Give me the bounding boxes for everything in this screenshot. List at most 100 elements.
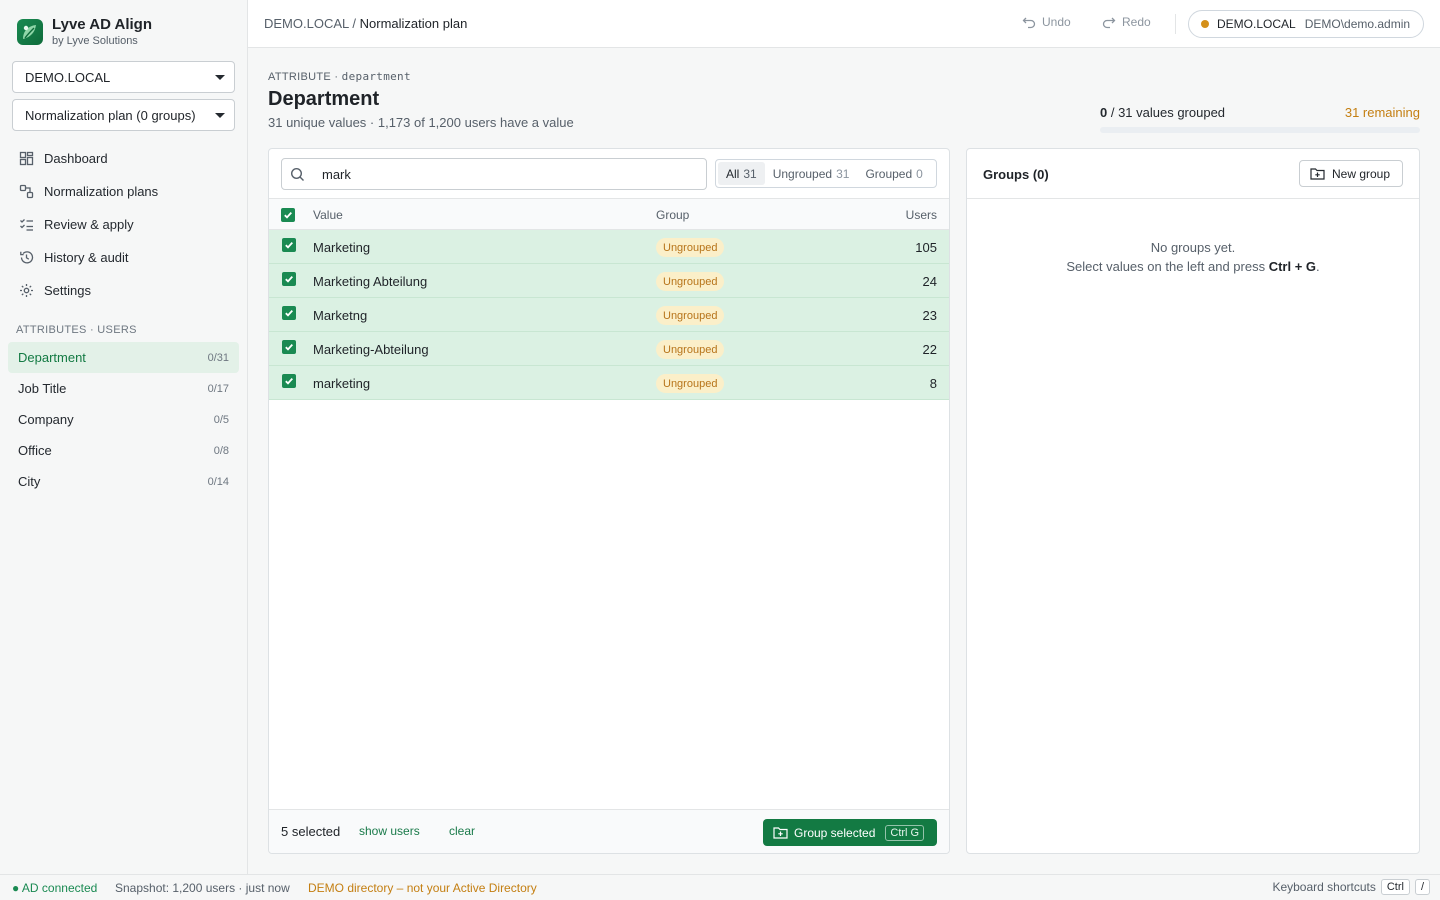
checkmark-icon <box>285 309 293 317</box>
row-checkbox[interactable] <box>282 272 296 286</box>
nav-item-normalization-plans[interactable]: Normalization plans <box>8 175 239 208</box>
environment-pill[interactable]: DEMO.LOCAL DEMO\demo.admin <box>1188 10 1424 38</box>
table-row[interactable]: Marketing Abteilung Ungrouped 24 <box>269 264 949 298</box>
attribute-label: Office <box>18 443 52 458</box>
domain-select-value: DEMO.LOCAL <box>25 69 111 85</box>
table-row[interactable]: Marketng Ungrouped 23 <box>269 298 949 332</box>
snapshot-info: Snapshot: 1,200 users · just now <box>115 881 290 895</box>
checkmark-icon <box>285 241 293 249</box>
row-value: Marketing Abteilung <box>313 274 428 289</box>
attribute-label: Company <box>18 412 74 427</box>
tab-label: Grouped <box>865 166 913 181</box>
breadcrumb-root[interactable]: DEMO.LOCAL <box>264 16 349 31</box>
environment-name: DEMO.LOCAL <box>1217 17 1296 31</box>
row-users: 22 <box>922 342 937 357</box>
main-nav: Dashboard Normalization plans Review & a… <box>8 142 239 307</box>
tab-ungrouped[interactable]: Ungrouped 31 <box>765 162 858 185</box>
keyboard-shortcuts-hint[interactable]: Keyboard shortcuts Ctrl / <box>1272 879 1430 895</box>
status-bar: ● AD connected Snapshot: 1,200 users · j… <box>0 874 1440 900</box>
chevron-down-icon <box>215 75 225 80</box>
checkmark-icon <box>285 343 293 351</box>
status-badge: Ungrouped <box>656 238 725 257</box>
brand: Lyve AD Align by Lyve Solutions <box>17 16 152 48</box>
attribute-item-company[interactable]: Company 0/5 <box>8 404 239 435</box>
table-row[interactable]: Marketing Ungrouped 105 <box>269 230 949 264</box>
attribute-item-department[interactable]: Department 0/31 <box>8 342 239 373</box>
selected-count: 5 selected <box>281 824 341 839</box>
filter-tabs: All 31 Ungrouped 31 Grouped 0 <box>715 159 937 188</box>
tab-count: 31 <box>743 166 757 181</box>
attribute-label: Job Title <box>18 381 67 396</box>
sidebar: Lyve AD Align by Lyve Solutions DEMO.LOC… <box>0 0 248 874</box>
nav-item-review-apply[interactable]: Review & apply <box>8 208 239 241</box>
tab-count: 0 <box>916 166 923 181</box>
search-input[interactable]: mark <box>281 158 707 190</box>
table-header: Value Group Users <box>269 198 949 230</box>
groups-empty-hint: Select values on the left and press Ctrl… <box>967 259 1419 274</box>
table-row[interactable]: marketing Ungrouped 8 <box>269 366 949 400</box>
breadcrumb-current: Normalization plan <box>359 16 468 31</box>
search-query: mark <box>322 166 351 182</box>
tab-grouped[interactable]: Grouped 0 <box>857 162 930 185</box>
shortcut-key-slash: / <box>1414 879 1430 895</box>
tab-count: 31 <box>836 166 850 181</box>
column-header-value[interactable]: Value <box>313 208 343 222</box>
checkmark-icon <box>285 275 293 283</box>
domain-select[interactable]: DEMO.LOCAL <box>12 61 235 93</box>
attribute-item-job-title[interactable]: Job Title 0/17 <box>8 373 239 404</box>
row-users: 23 <box>922 308 937 323</box>
column-header-group[interactable]: Group <box>656 208 689 222</box>
app-title: Lyve AD Align <box>52 16 153 33</box>
row-checkbox[interactable] <box>282 340 296 354</box>
page-subtitle: 31 unique values · 1,173 of 1,200 users … <box>268 115 574 130</box>
groups-empty-title: No groups yet. <box>1150 240 1236 255</box>
row-value: marketing <box>313 376 371 391</box>
empty-hint-end: . <box>1316 259 1320 274</box>
redo-icon <box>1102 17 1116 29</box>
nav-item-settings[interactable]: Settings <box>8 274 239 307</box>
app-logo <box>17 19 43 45</box>
row-checkbox[interactable] <box>282 374 296 388</box>
row-value: Marketng <box>313 308 368 323</box>
empty-hint-shortcut: Ctrl + G <box>1268 259 1317 274</box>
nav-item-history-audit[interactable]: History & audit <box>8 241 239 274</box>
attribute-item-city[interactable]: City 0/14 <box>8 466 239 497</box>
page-title: Department <box>268 88 380 110</box>
search-icon <box>290 167 304 181</box>
select-all-checkbox[interactable] <box>281 208 295 222</box>
nav-item-dashboard[interactable]: Dashboard <box>8 142 239 175</box>
topbar: DEMO.LOCAL / Normalization plan Undo Red… <box>248 0 1440 48</box>
column-header-users[interactable]: Users <box>906 208 937 222</box>
redo-button[interactable]: Redo <box>1102 15 1151 29</box>
grouping-progress: 0 / 31 values grouped 31 remaining <box>1100 105 1420 133</box>
status-badge: Ungrouped <box>656 340 725 359</box>
shortcut-key-ctrl: Ctrl <box>1380 879 1410 895</box>
show-users-link[interactable]: show users <box>359 824 420 838</box>
new-group-label: New group <box>1332 166 1391 181</box>
checkmark-icon <box>285 377 293 385</box>
plans-icon <box>18 184 34 200</box>
table-row[interactable]: Marketing-Abteilung Ungrouped 22 <box>269 332 949 366</box>
group-selected-button[interactable]: Group selected Ctrl G <box>763 819 937 846</box>
progress-remaining: 31 remaining <box>1344 105 1420 120</box>
tab-label: All <box>726 166 740 181</box>
plan-select[interactable]: Normalization plan (0 groups) <box>12 99 235 131</box>
attribute-list: Department 0/31 Job Title 0/17 Company 0… <box>8 342 239 497</box>
tab-all[interactable]: All 31 <box>718 162 765 185</box>
undo-button[interactable]: Undo <box>1022 15 1071 29</box>
environment-user: DEMO\demo.admin <box>1304 17 1411 31</box>
new-group-button[interactable]: New group <box>1299 160 1403 187</box>
attributes-section-label: ATTRIBUTES · USERS <box>16 324 137 336</box>
attribute-label: Department <box>18 350 86 365</box>
dashboard-icon <box>18 151 34 167</box>
row-checkbox[interactable] <box>282 238 296 252</box>
environment-status-dot <box>1201 20 1209 28</box>
attribute-kicker: ATTRIBUTE · department <box>268 70 411 83</box>
clear-selection-link[interactable]: clear <box>449 824 475 838</box>
attribute-item-office[interactable]: Office 0/8 <box>8 435 239 466</box>
history-icon <box>18 250 34 266</box>
row-users: 105 <box>915 240 937 255</box>
breadcrumb-separator: / <box>352 16 357 31</box>
row-users: 24 <box>922 274 937 289</box>
row-checkbox[interactable] <box>282 306 296 320</box>
